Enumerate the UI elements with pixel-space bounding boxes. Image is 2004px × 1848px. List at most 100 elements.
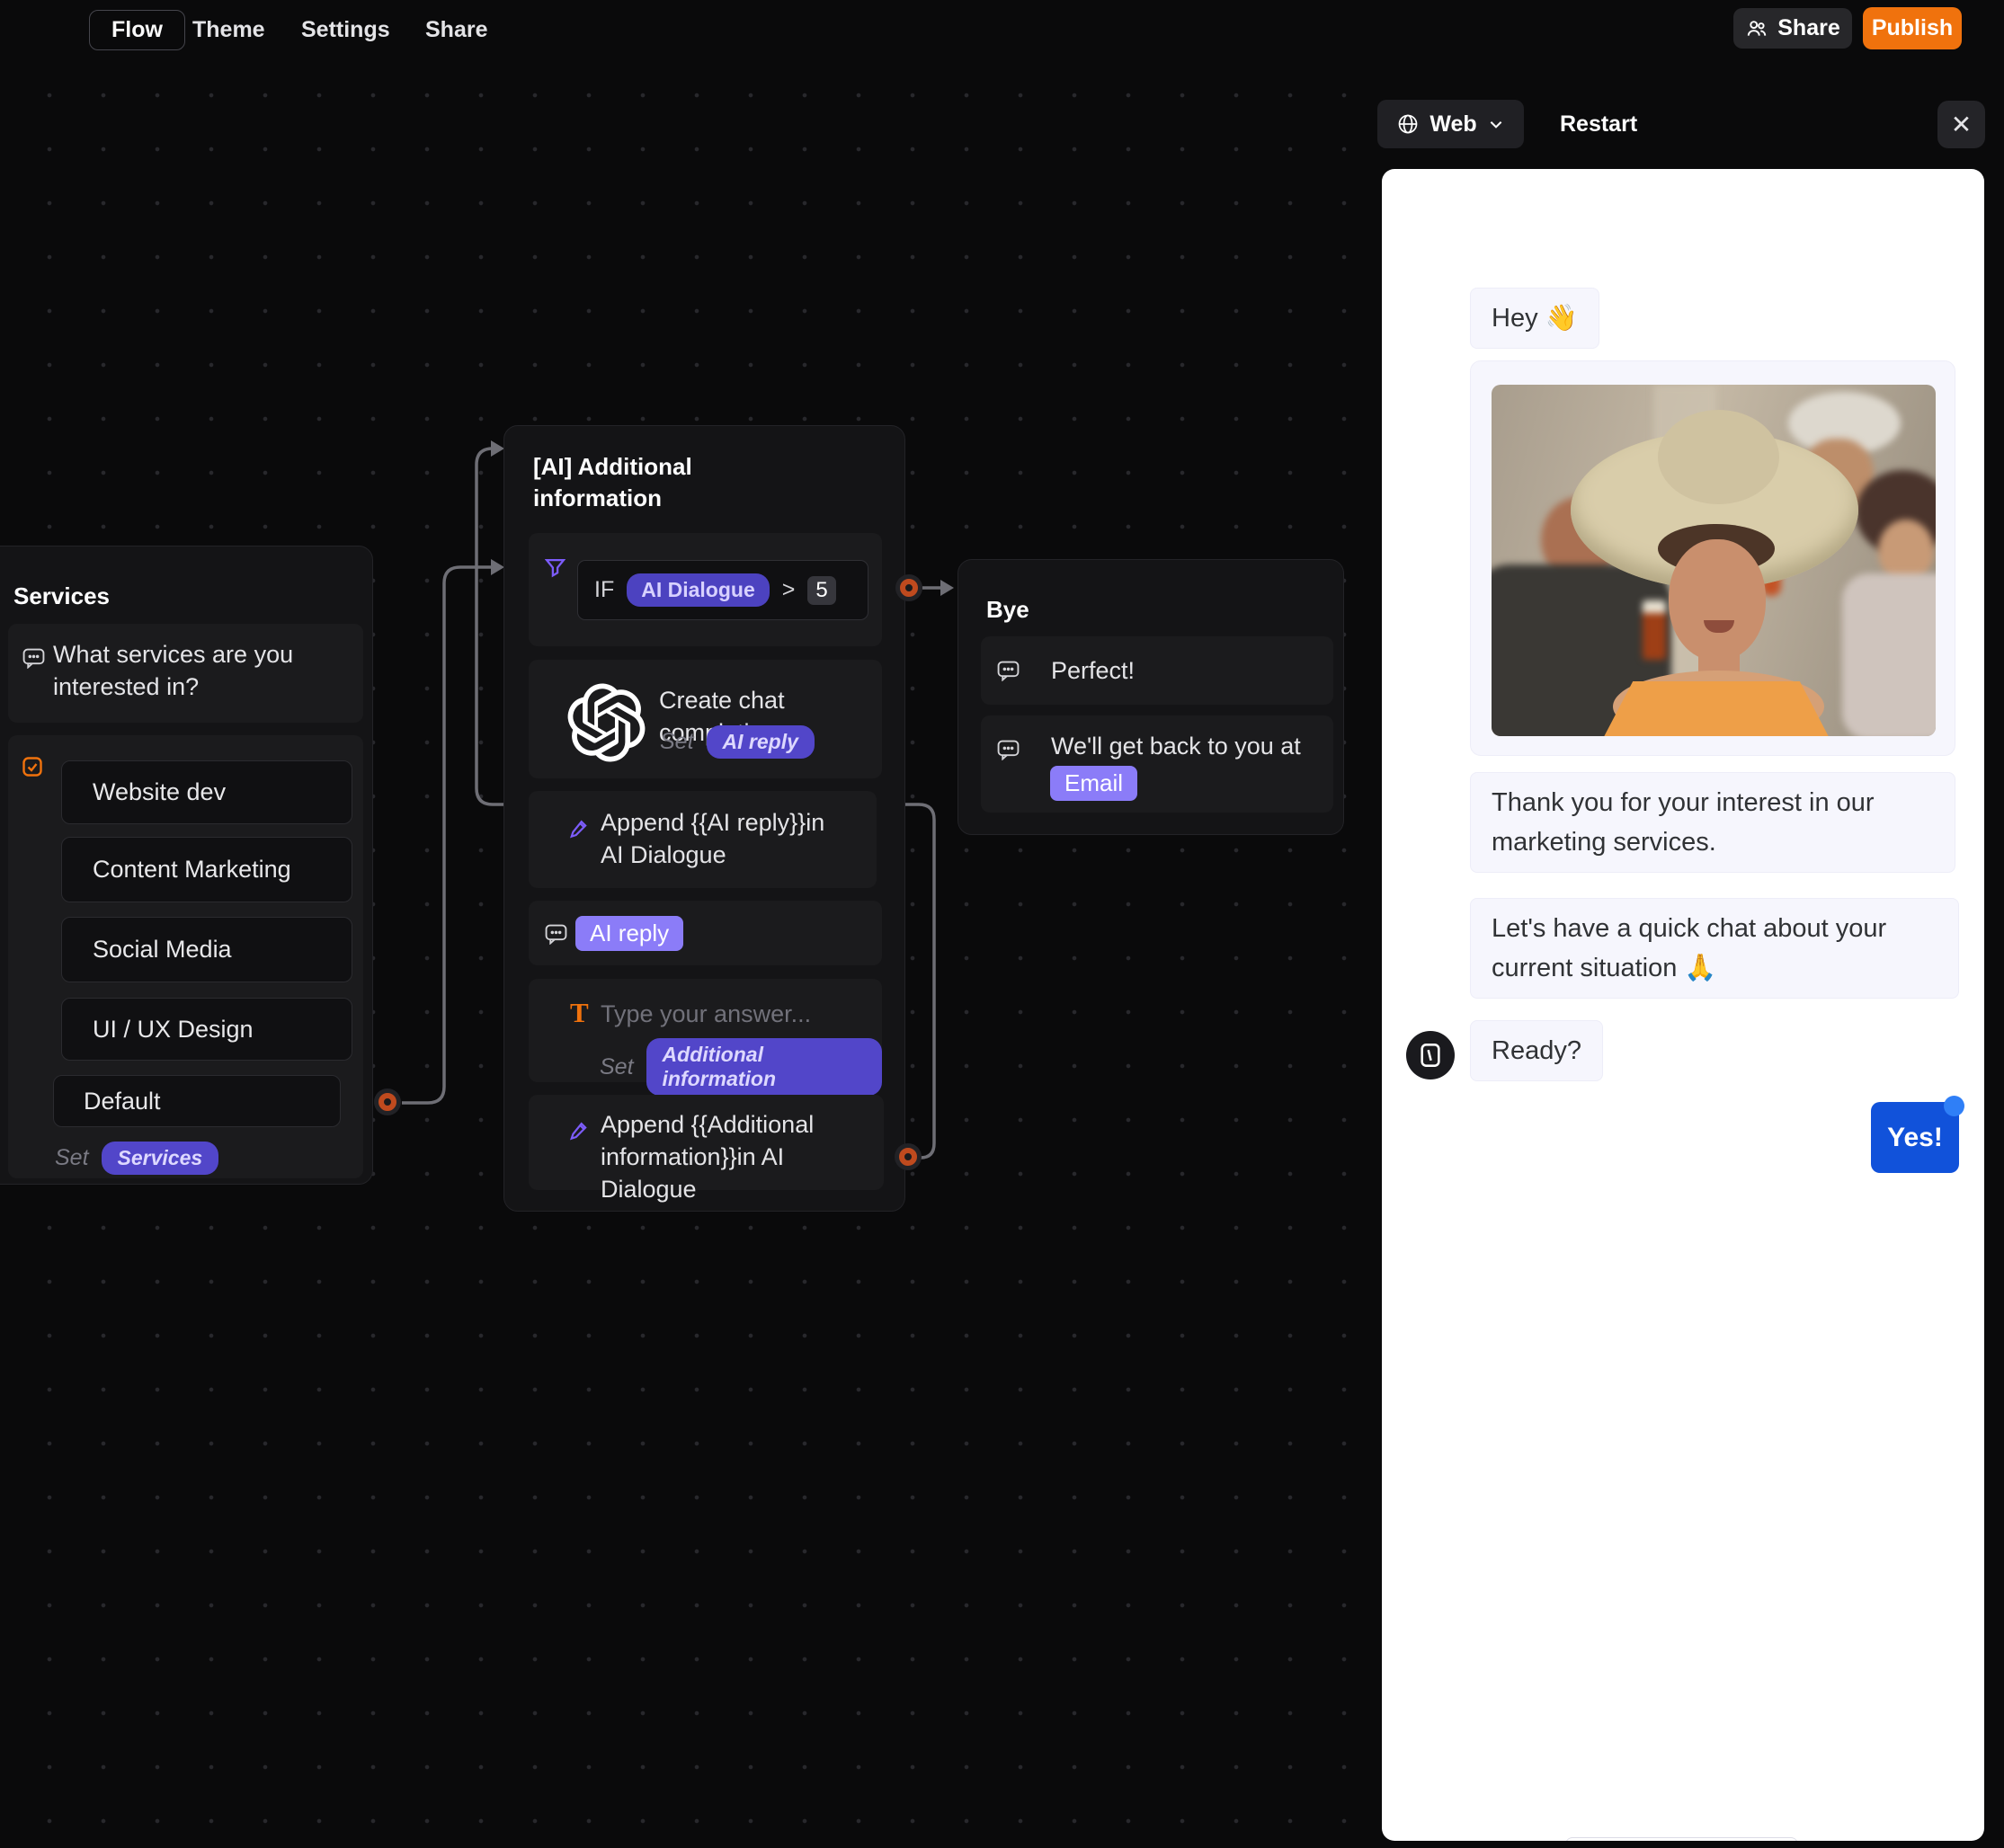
filter-icon: [545, 558, 566, 578]
port-services-default[interactable]: [379, 1093, 396, 1111]
arrowhead-icon: [491, 440, 504, 457]
variable-badge[interactable]: Additional information: [646, 1038, 882, 1096]
condition-expression[interactable]: IF AI Dialogue > 5: [577, 560, 868, 620]
people-icon: [1745, 17, 1768, 40]
arrowhead-icon: [940, 580, 954, 596]
publish-button[interactable]: Publish: [1863, 7, 1962, 49]
restart-button[interactable]: Restart: [1560, 100, 1637, 148]
bot-message-bubble: Let's have a quick chat about your curre…: [1470, 898, 1959, 999]
tab-settings-label: Settings: [301, 17, 390, 43]
pencil-icon: [569, 818, 589, 842]
chat-bubble-icon: [545, 924, 567, 945]
condition-operator: >: [782, 577, 796, 603]
condition-card[interactable]: IF AI Dialogue > 5: [529, 533, 882, 646]
tab-flow-label: Flow: [111, 17, 163, 43]
choice-button[interactable]: Website dev: [61, 760, 352, 824]
bot-message-text: Hey 👋: [1492, 304, 1578, 333]
runtime-select-button[interactable]: Web: [1377, 100, 1524, 148]
bye-message-card[interactable]: We'll get back to you at Email: [981, 715, 1333, 813]
globe-icon: [1397, 113, 1419, 135]
condition-value-chip: 5: [807, 576, 835, 605]
condition-variable-badge: AI Dialogue: [627, 573, 770, 607]
choice-label: Default: [84, 1088, 161, 1115]
share-button-label: Share: [1777, 15, 1839, 41]
made-with-typebot-badge[interactable]: Made with Typebot: [1565, 1837, 1798, 1841]
node-ai-title: [AI] Additional information: [533, 451, 767, 514]
node-services[interactable]: Services What services are you intereste…: [0, 546, 373, 1185]
append-step-text: Append {{AI reply}}in AI Dialogue: [601, 806, 843, 871]
variable-badge[interactable]: Services: [102, 1142, 219, 1175]
chat-bubble-icon: [997, 661, 1020, 681]
append-step-text: Append {{Additional information}}in AI D…: [601, 1108, 870, 1205]
services-question-text: What services are you interested in?: [53, 638, 323, 703]
tab-share[interactable]: Share: [425, 0, 487, 59]
services-question-card[interactable]: What services are you interested in?: [8, 624, 363, 723]
node-services-title: Services: [13, 581, 110, 612]
append-step-card[interactable]: Append {{AI reply}}in AI Dialogue: [529, 791, 877, 888]
variable-badge[interactable]: AI reply: [707, 725, 815, 759]
text-input-icon: T: [570, 997, 589, 1029]
tab-settings[interactable]: Settings: [301, 0, 390, 59]
set-label: Set: [660, 729, 694, 755]
bot-message-bubble: Ready?: [1470, 1020, 1603, 1081]
choice-button[interactable]: Content Marketing: [61, 837, 352, 902]
variable-badge[interactable]: Email: [1050, 766, 1137, 801]
openai-step-card[interactable]: Create chat completion Set AI reply: [529, 660, 882, 778]
choice-button[interactable]: Social Media: [61, 917, 352, 982]
close-preview-button[interactable]: ✕: [1937, 101, 1985, 148]
publish-button-label: Publish: [1872, 15, 1953, 41]
set-label: Set: [600, 1054, 634, 1080]
openai-icon: [567, 683, 646, 762]
chat-bubble-icon: [997, 740, 1020, 760]
arrowhead-icon: [491, 559, 504, 575]
share-button[interactable]: Share: [1733, 8, 1852, 49]
yes-button[interactable]: Yes!: [1871, 1102, 1959, 1173]
choice-button[interactable]: UI / UX Design: [61, 998, 352, 1061]
hero-image: [1492, 385, 1936, 736]
set-variable-row: Set Services: [55, 1142, 218, 1175]
port-ai-bottom[interactable]: [899, 1148, 917, 1166]
tab-theme[interactable]: Theme: [192, 0, 265, 59]
chat-preview: Hey 👋: [1382, 169, 1984, 1841]
preview-panel: Web Restart ✕ Hey 👋: [1368, 59, 2004, 1848]
close-icon: ✕: [1951, 110, 1972, 139]
restart-label: Restart: [1560, 111, 1637, 138]
tab-share-label: Share: [425, 17, 487, 43]
node-bye-title: Bye: [986, 594, 1029, 626]
node-ai-additional-information[interactable]: [AI] Additional information IF AI Dialog…: [503, 425, 905, 1212]
set-label: Set: [55, 1145, 89, 1171]
bye-message-text: Perfect!: [1051, 654, 1135, 687]
pencil-icon: [569, 1120, 589, 1144]
top-navbar: Flow Theme Settings Share Share Publish: [0, 0, 2004, 59]
bubble-step-card[interactable]: AI reply: [529, 901, 882, 965]
choice-label: Content Marketing: [93, 856, 291, 884]
bot-message-text: Ready?: [1492, 1036, 1581, 1065]
tab-theme-label: Theme: [192, 17, 265, 43]
bot-message-bubble: Thank you for your interest in our marke…: [1470, 772, 1955, 873]
port-ai-condition[interactable]: [900, 579, 918, 597]
bubble-variable-badge[interactable]: AI reply: [575, 916, 683, 951]
bot-message-text: Thank you for your interest in our marke…: [1492, 788, 1875, 857]
chat-bubble-icon: [22, 648, 45, 669]
append-step-card[interactable]: Append {{Additional information}}in AI D…: [529, 1095, 884, 1190]
set-variable-row: Set Additional information: [600, 1038, 882, 1096]
bot-message-bubble: Hey 👋: [1470, 288, 1599, 349]
services-choices-card[interactable]: Website dev Content Marketing Social Med…: [8, 735, 363, 1178]
bot-avatar: [1406, 1031, 1455, 1079]
bot-message-text: Let's have a quick chat about your curre…: [1492, 914, 1886, 982]
set-variable-row: Set AI reply: [660, 725, 815, 759]
choice-label: UI / UX Design: [93, 1016, 254, 1044]
typebot-logo-icon: [1420, 1043, 1441, 1068]
chevron-down-icon: [1488, 116, 1504, 132]
if-label: IF: [594, 577, 614, 603]
bye-message-card[interactable]: Perfect!: [981, 636, 1333, 705]
bye-message-text: We'll get back to you at: [1051, 730, 1301, 762]
yes-button-label: Yes!: [1887, 1123, 1943, 1153]
text-input-step-card[interactable]: T Type your answer... Set Additional inf…: [529, 979, 882, 1082]
node-bye[interactable]: Bye Perfect! We'll get back to you at Em…: [957, 559, 1344, 835]
input-placeholder: Type your answer...: [601, 1000, 811, 1028]
tab-flow[interactable]: Flow: [89, 10, 185, 50]
choice-button-default[interactable]: Default: [53, 1075, 341, 1127]
bot-image-card: [1470, 360, 1955, 756]
checkbox-icon: [22, 757, 42, 777]
